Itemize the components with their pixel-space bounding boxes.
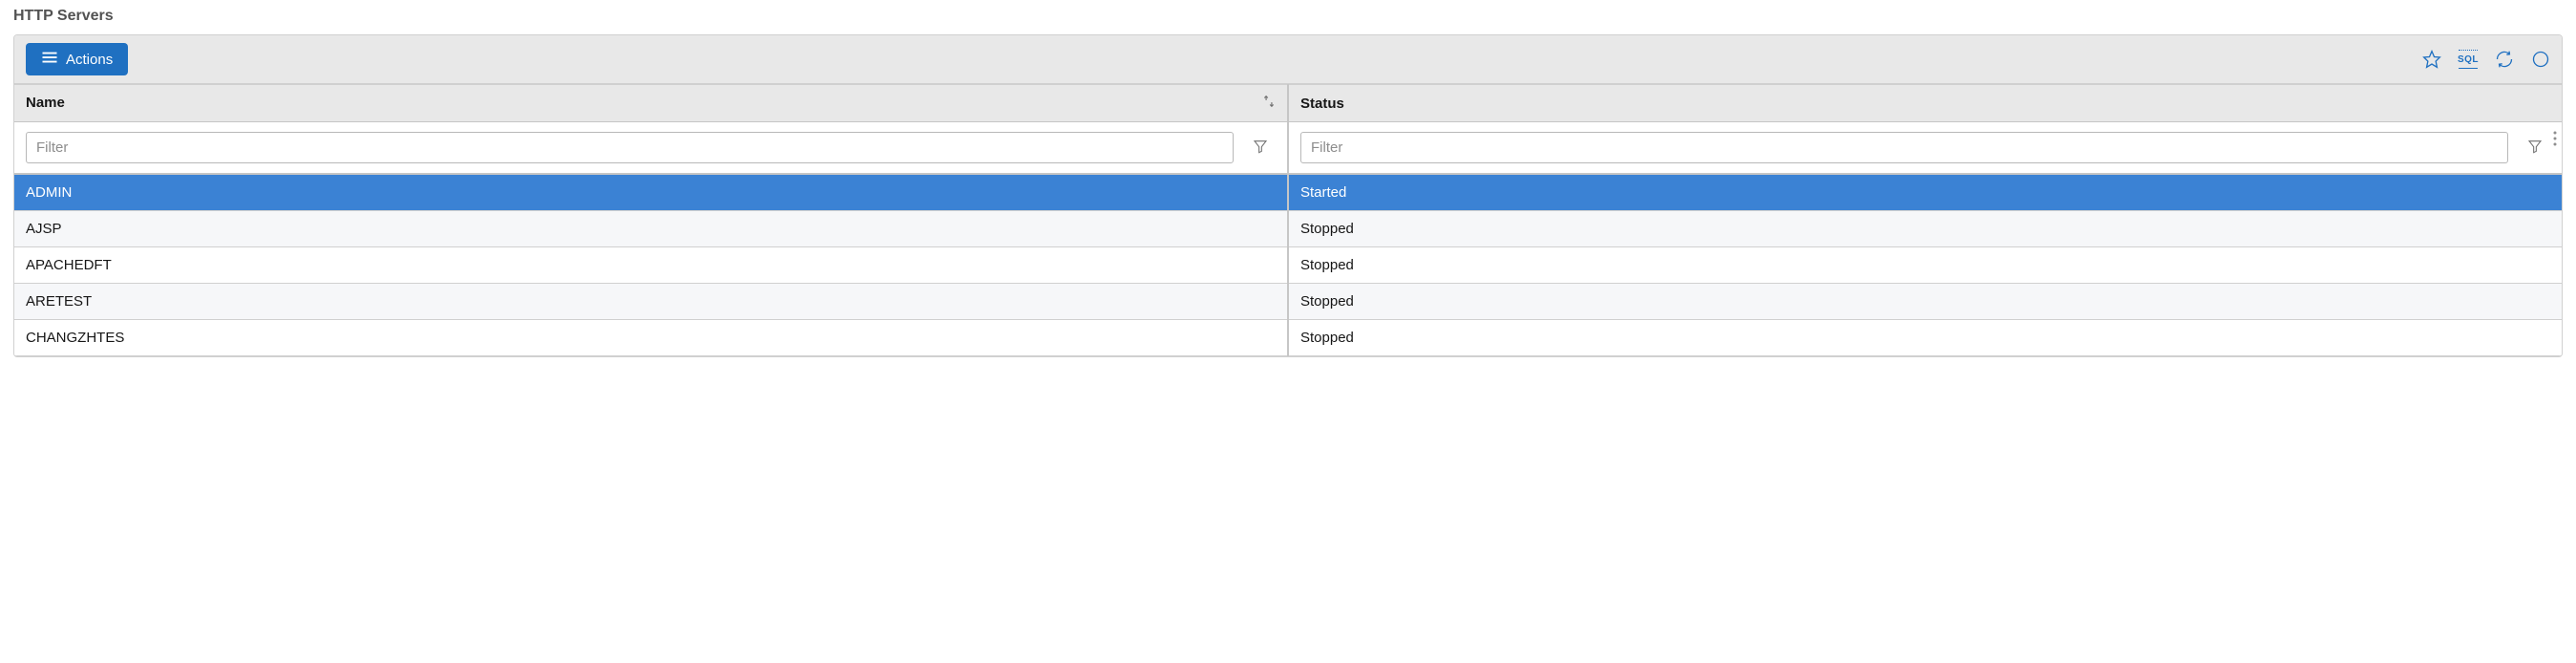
cell-name: AJSP <box>14 211 1288 247</box>
menu-icon <box>41 51 58 68</box>
page-title: HTTP Servers <box>0 0 2576 34</box>
reset-icon[interactable] <box>2531 50 2550 69</box>
table-row[interactable]: CHANGZHTESStopped <box>14 320 2562 356</box>
panel: Actions SQL <box>13 34 2563 357</box>
cell-status: Stopped <box>1288 320 2562 356</box>
column-header-name[interactable]: Name <box>14 85 1288 122</box>
cell-status: Stopped <box>1288 247 2562 284</box>
table-row[interactable]: ADMINStarted <box>14 174 2562 211</box>
table-row[interactable]: APACHEDFTStopped <box>14 247 2562 284</box>
cell-name: CHANGZHTES <box>14 320 1288 356</box>
cell-status: Started <box>1288 174 2562 211</box>
filter-icon[interactable] <box>1245 135 1276 160</box>
cell-status: Stopped <box>1288 284 2562 320</box>
cell-name: ARETEST <box>14 284 1288 320</box>
sort-icon[interactable] <box>1262 95 1276 112</box>
table-wrap: Name Status <box>14 84 2562 356</box>
table-row[interactable]: AJSPStopped <box>14 211 2562 247</box>
data-table: Name Status <box>14 84 2562 356</box>
actions-button[interactable]: Actions <box>26 43 128 75</box>
refresh-icon[interactable] <box>2495 50 2514 69</box>
status-filter-input[interactable] <box>1300 132 2508 163</box>
toolbar-icons: SQL <box>2422 50 2550 69</box>
cell-name: ADMIN <box>14 174 1288 211</box>
toolbar: Actions SQL <box>14 35 2562 84</box>
favorite-icon[interactable] <box>2422 50 2441 69</box>
table-body: ADMINStartedAJSPStoppedAPACHEDFTStoppedA… <box>14 174 2562 356</box>
cell-name: APACHEDFT <box>14 247 1288 284</box>
cell-status: Stopped <box>1288 211 2562 247</box>
column-header-name-label: Name <box>26 95 65 111</box>
filter-row <box>14 122 2562 175</box>
actions-label: Actions <box>66 52 113 68</box>
name-filter-input[interactable] <box>26 132 1234 163</box>
sql-icon[interactable]: SQL <box>2459 50 2478 69</box>
table-row[interactable]: ARETESTStopped <box>14 284 2562 320</box>
filter-icon[interactable] <box>2520 135 2550 160</box>
column-header-status-label: Status <box>1300 96 1344 112</box>
column-options-icon[interactable] <box>2550 124 2560 156</box>
column-header-status[interactable]: Status <box>1288 85 2562 122</box>
